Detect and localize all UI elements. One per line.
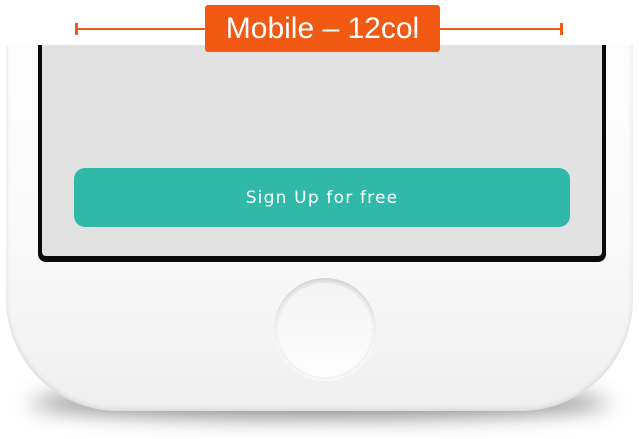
home-button[interactable] [274,278,376,380]
measure-left-tick [75,23,78,35]
measure-right-tick [560,23,563,35]
grid-label-badge: Mobile – 12col [205,5,440,52]
sign-up-button[interactable]: Sign Up for free [74,168,570,227]
home-button-icon [278,283,372,377]
